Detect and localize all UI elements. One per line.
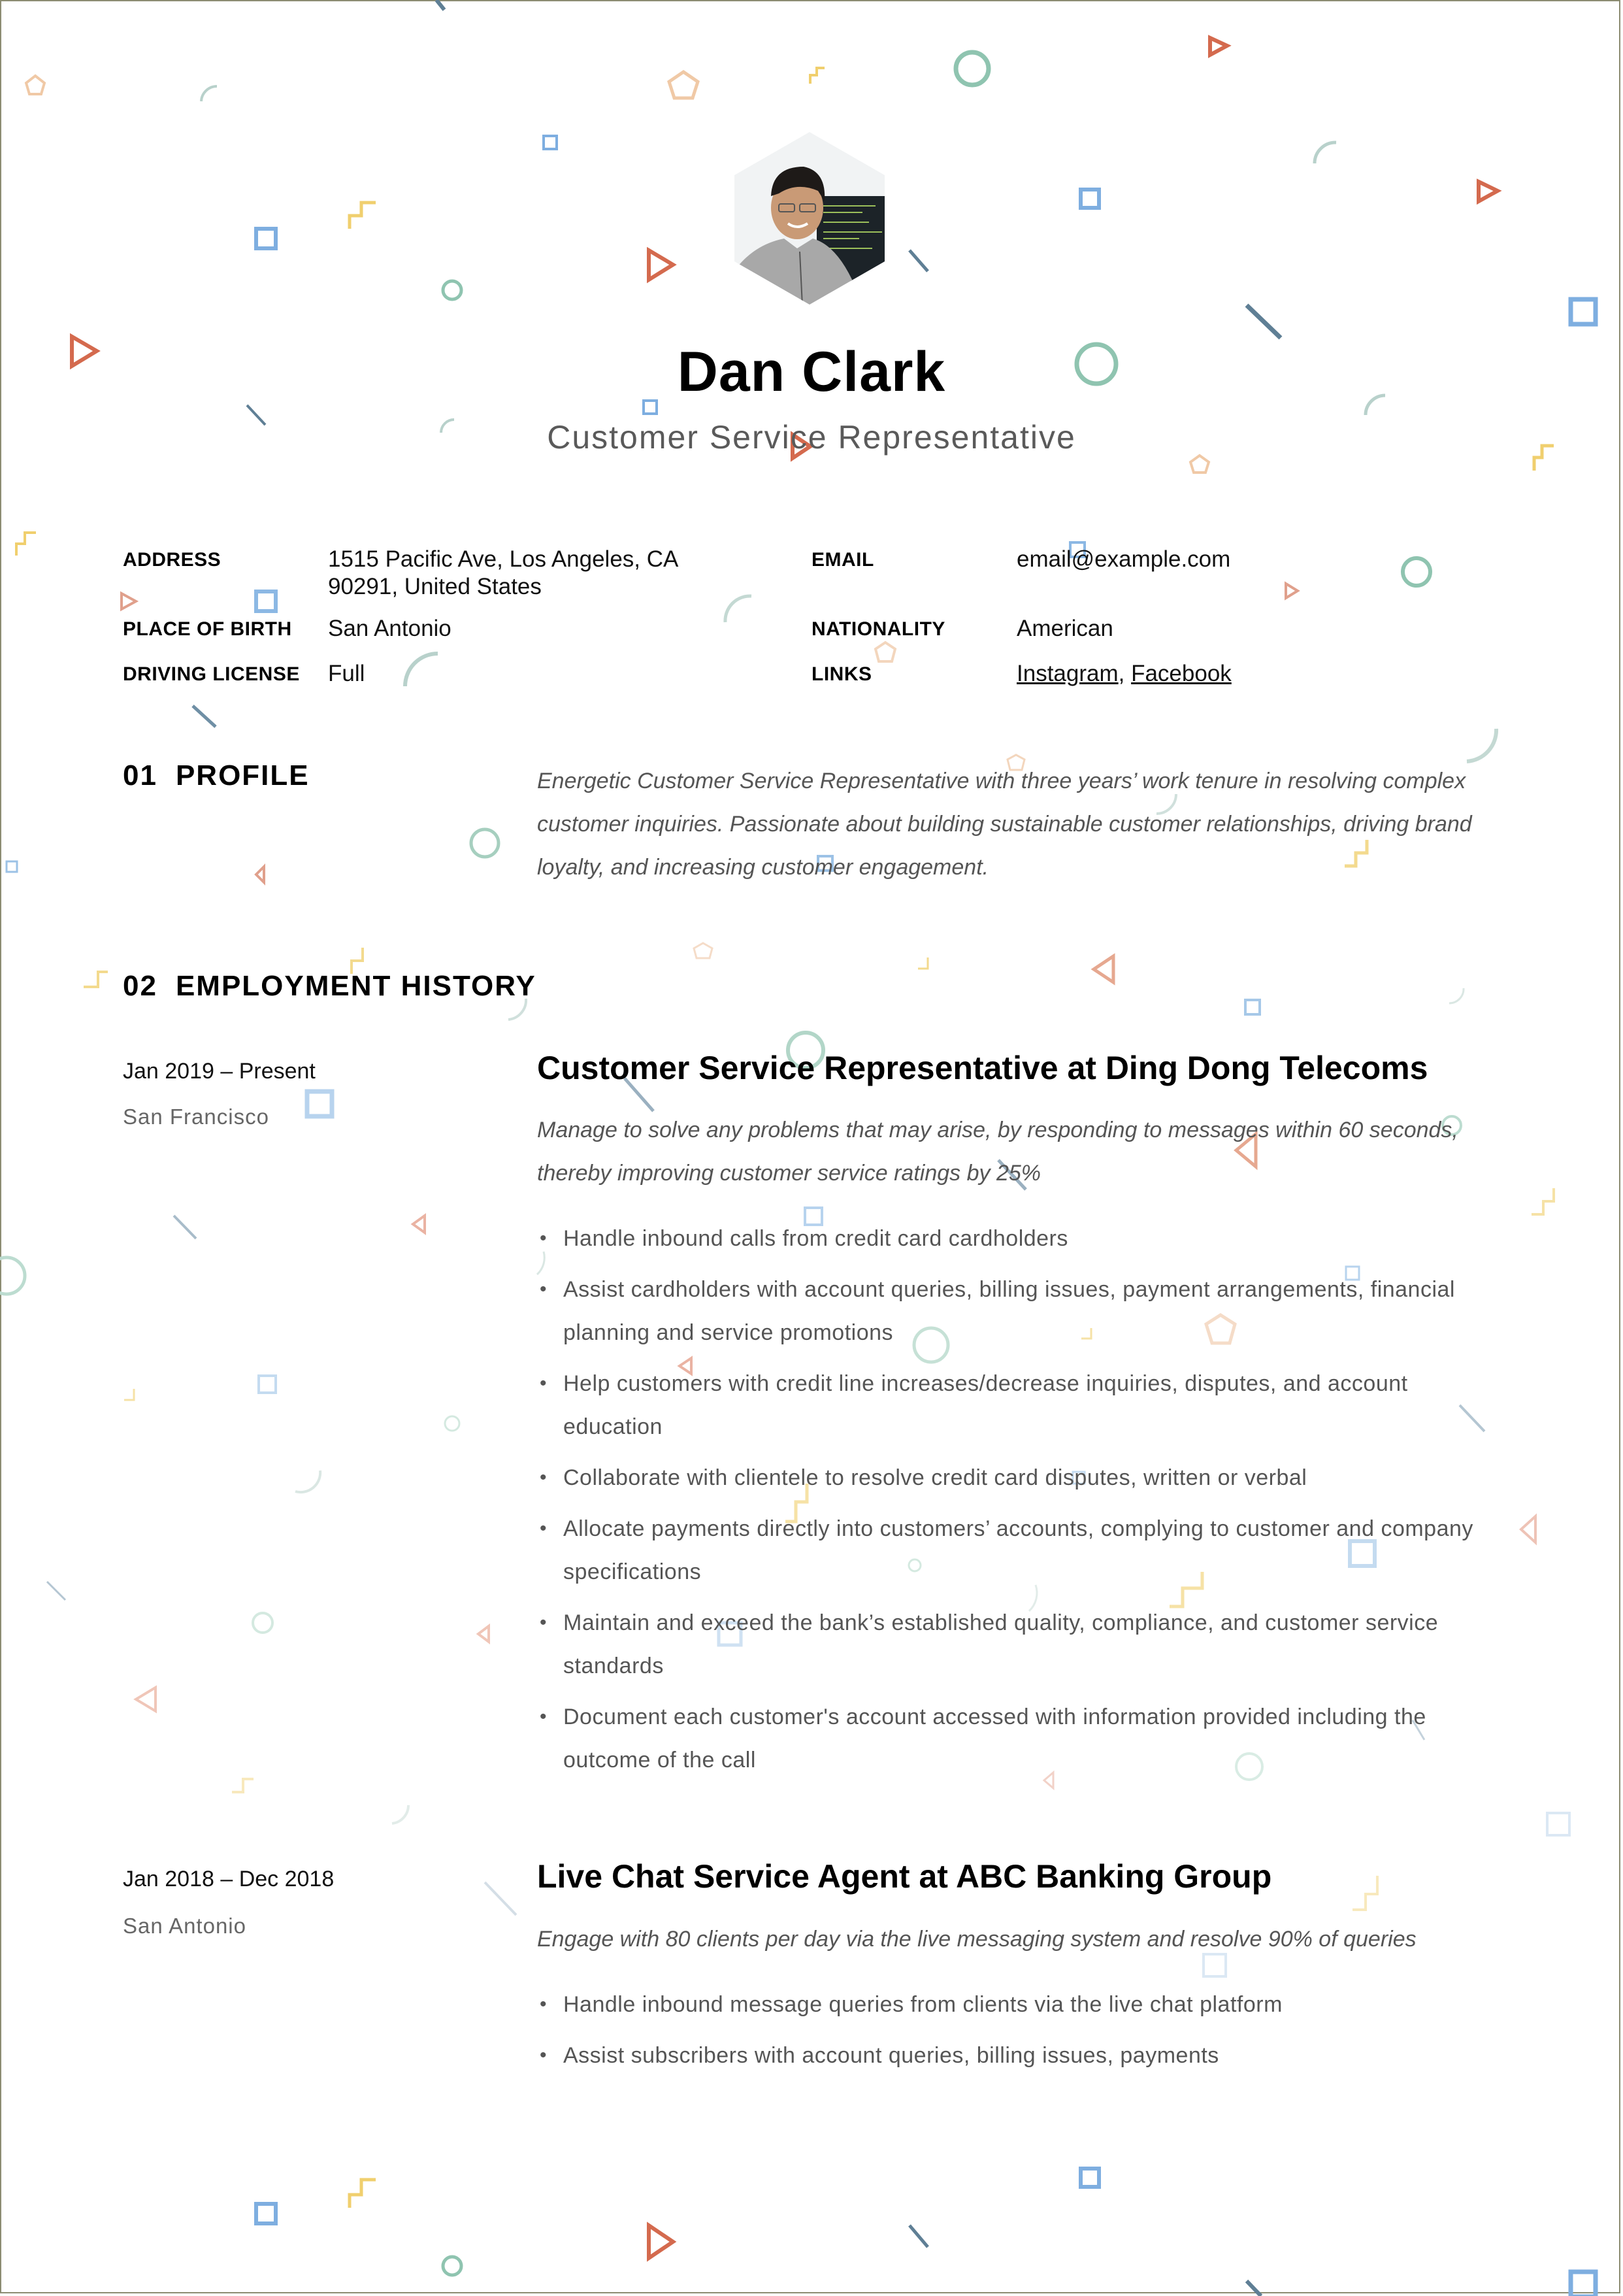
place-of-birth-label: PLACE OF BIRTH	[123, 618, 292, 640]
links-separator: ,	[1118, 661, 1132, 686]
profile-photo	[734, 132, 885, 305]
candidate-name: Dan Clark	[677, 341, 946, 403]
links-label: LINKS	[812, 663, 872, 685]
section-number: 02	[123, 970, 157, 1002]
email-label: EMAIL	[812, 549, 874, 571]
candidate-role: Customer Service Representative	[547, 419, 1076, 456]
section-number: 01	[123, 759, 157, 791]
instagram-link[interactable]: Instagram	[1017, 661, 1119, 686]
address-line-2: 90291, United States	[328, 574, 542, 599]
address-line-1: 1515 Pacific Ave, Los Angeles, CA	[328, 546, 679, 572]
list-item: Handle inbound message queries from clie…	[537, 1983, 1478, 2026]
profile-section-title: 01 PROFILE	[123, 759, 310, 792]
section-title-text: PROFILE	[175, 759, 310, 791]
profile-summary: Energetic Customer Service Representativ…	[537, 769, 1472, 880]
job-dates: Jan 2019 – Present	[123, 1059, 316, 1084]
job-responsibilities: Handle inbound message queries from clie…	[537, 1983, 1478, 2085]
links-value: Instagram, Facebook	[1017, 660, 1232, 688]
place-of-birth-value: San Antonio	[328, 616, 451, 641]
section-title-text: EMPLOYMENT HISTORY	[175, 970, 536, 1002]
driving-license-value: Full	[328, 661, 365, 686]
facebook-link[interactable]: Facebook	[1131, 661, 1232, 686]
list-item: Help customers with credit line increase…	[537, 1362, 1478, 1448]
job-responsibilities: Handle inbound calls from credit card ca…	[537, 1217, 1478, 1789]
address-label: ADDRESS	[123, 549, 221, 571]
job-city: San Antonio	[123, 1914, 246, 1938]
list-item: Collaborate with clientele to resolve cr…	[537, 1456, 1478, 1499]
list-item: Assist subscribers with account queries,…	[537, 2034, 1478, 2077]
employment-section-title: 02 EMPLOYMENT HISTORY	[123, 970, 536, 1003]
nationality-label: NATIONALITY	[812, 618, 945, 640]
address-value: 1515 Pacific Ave, Los Angeles, CA 90291,…	[328, 546, 678, 601]
driving-license-label: DRIVING LICENSE	[123, 663, 300, 685]
list-item: Document each customer's account accesse…	[537, 1695, 1478, 1782]
email-value[interactable]: email@example.com	[1017, 546, 1230, 573]
job-description: Manage to solve any problems that may ar…	[537, 1118, 1458, 1186]
list-item: Maintain and exceed the bank’s establish…	[537, 1601, 1478, 1688]
list-item: Handle inbound calls from credit card ca…	[537, 1217, 1478, 1260]
job-dates: Jan 2018 – Dec 2018	[123, 1867, 335, 1891]
job-title: Live Chat Service Agent at ABC Banking G…	[537, 1858, 1272, 1895]
job-city: San Francisco	[123, 1105, 269, 1129]
job-title: Customer Service Representative at Ding …	[537, 1050, 1428, 1086]
list-item: Allocate payments directly into customer…	[537, 1507, 1478, 1593]
job-description: Engage with 80 clients per day via the l…	[537, 1927, 1417, 1952]
nationality-value: American	[1017, 616, 1113, 641]
list-item: Assist cardholders with account queries,…	[537, 1268, 1478, 1354]
